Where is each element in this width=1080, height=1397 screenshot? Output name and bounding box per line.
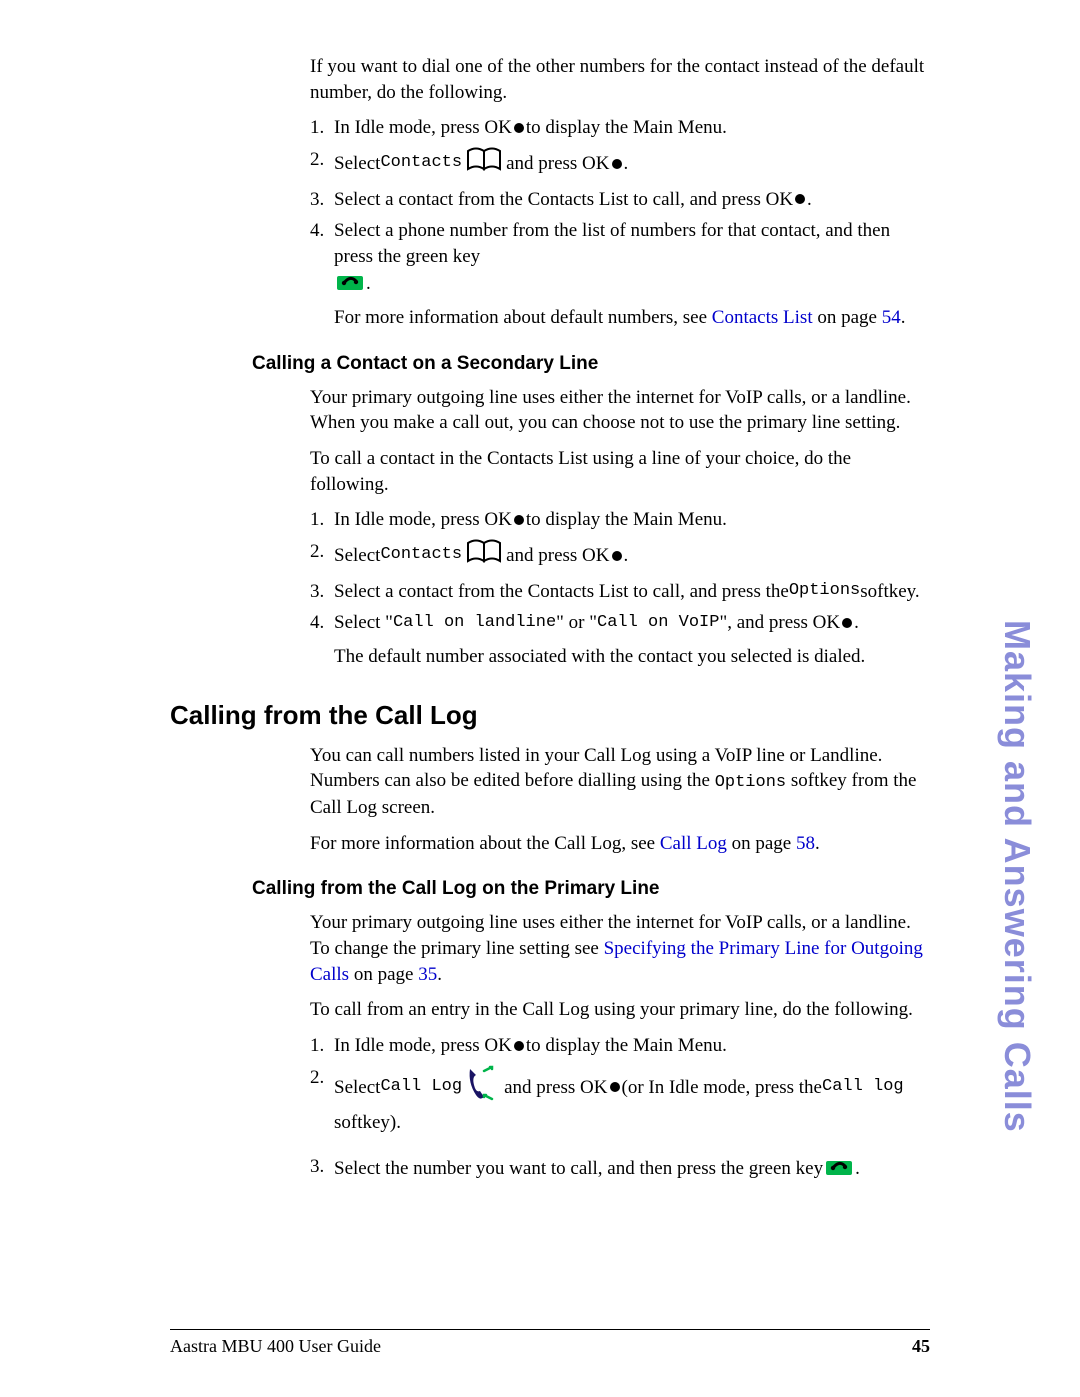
step-number: 3. <box>310 187 334 213</box>
green-key-icon <box>336 269 364 299</box>
step-number: 1. <box>310 1033 334 1059</box>
step-3c: 3. Select the number you want to call, a… <box>310 1154 930 1184</box>
ok-dot-icon <box>612 159 622 169</box>
green-key-icon <box>825 1154 853 1184</box>
step-4b: 4. Select "Call on landline" or "Call on… <box>310 610 930 669</box>
step-1b: 1. In Idle mode, press OK to display the… <box>310 507 930 533</box>
body-text-block: Your primary outgoing line uses either t… <box>310 910 930 1183</box>
step-2b: 2. Select Contacts and press OK . <box>310 539 930 573</box>
ok-dot-icon <box>514 1041 524 1051</box>
link-call-log[interactable]: Call Log <box>660 833 727 854</box>
ok-dot-icon <box>795 194 805 204</box>
paragraph: To call from an entry in the Call Log us… <box>310 997 930 1023</box>
step-text: Select "Call on landline" or "Call on Vo… <box>334 610 930 669</box>
step-1a: 1. In Idle mode, press OK to display the… <box>310 115 930 141</box>
ok-dot-icon <box>610 1082 620 1092</box>
page: Making and Answering Calls If you want t… <box>0 0 1080 1397</box>
paragraph: Your primary outgoing line uses either t… <box>310 910 930 987</box>
paragraph: For more information about the Call Log,… <box>310 831 930 857</box>
footer-title: Aastra MBU 400 User Guide <box>170 1336 381 1357</box>
step-number: 4. <box>310 218 334 244</box>
ok-dot-icon <box>612 551 622 561</box>
options-label: Options <box>789 580 860 603</box>
paragraph: To call a contact in the Contacts List u… <box>310 446 930 497</box>
ok-dot-icon <box>514 123 524 133</box>
calllog-label: Call Log <box>380 1076 462 1099</box>
step-text: Select a contact from the Contacts List … <box>334 187 930 213</box>
step-text: Select Call Log and press OK (or In Idle… <box>334 1065 930 1136</box>
step-text: Select a contact from the Contacts List … <box>334 579 930 605</box>
body-text-block: You can call numbers listed in your Call… <box>310 743 930 857</box>
step-number: 3. <box>310 1154 334 1180</box>
contacts-book-icon <box>466 147 502 181</box>
step-text: Select a phone number from the list of n… <box>334 218 930 331</box>
ok-dot-icon <box>514 515 524 525</box>
link-page-58[interactable]: 58 <box>796 833 815 854</box>
step-number: 1. <box>310 115 334 141</box>
step-4a: 4. Select a phone number from the list o… <box>310 218 930 331</box>
step-2a: 2. Select Contacts and press OK . <box>310 147 930 181</box>
link-contacts-list[interactable]: Contacts List <box>712 307 813 328</box>
link-page-35[interactable]: 35 <box>418 964 437 985</box>
step-2c: 2. Select Call Log and press OK (or In I… <box>310 1065 930 1136</box>
contacts-book-icon <box>466 539 502 573</box>
page-number: 45 <box>912 1336 930 1357</box>
heading-secondary-line: Calling a Contact on a Secondary Line <box>252 353 930 375</box>
link-page-54[interactable]: 54 <box>882 307 901 328</box>
step-number: 2. <box>310 147 334 173</box>
paragraph: Your primary outgoing line uses either t… <box>310 385 930 436</box>
step-number: 1. <box>310 507 334 533</box>
contacts-label: Contacts <box>380 152 462 175</box>
step-number: 2. <box>310 539 334 565</box>
step-1c: 1. In Idle mode, press OK to display the… <box>310 1033 930 1059</box>
body-text-block: Your primary outgoing line uses either t… <box>310 385 930 670</box>
step-text: Select Contacts and press OK . <box>334 539 930 573</box>
options-label: Options <box>715 773 786 792</box>
heading-calling-from-call-log: Calling from the Call Log <box>170 700 930 731</box>
step-text: In Idle mode, press OK to display the Ma… <box>334 115 930 141</box>
ok-dot-icon <box>842 618 852 628</box>
step-text: In Idle mode, press OK to display the Ma… <box>334 1033 930 1059</box>
step-text: In Idle mode, press OK to display the Ma… <box>334 507 930 533</box>
step-text: Select Contacts and press OK . <box>334 147 930 181</box>
step-text: Select the number you want to call, and … <box>334 1154 930 1184</box>
page-footer: Aastra MBU 400 User Guide 45 <box>170 1329 930 1357</box>
contacts-label: Contacts <box>380 544 462 567</box>
heading-calllog-primary: Calling from the Call Log on the Primary… <box>252 878 930 900</box>
step-number: 4. <box>310 610 334 636</box>
body-text-block: If you want to dial one of the other num… <box>310 54 930 331</box>
step-3a: 3. Select a contact from the Contacts Li… <box>310 187 930 213</box>
step-number: 2. <box>310 1065 334 1091</box>
step-number: 3. <box>310 579 334 605</box>
call-log-icon <box>466 1065 500 1111</box>
paragraph: You can call numbers listed in your Call… <box>310 743 930 821</box>
step-3b: 3. Select a contact from the Contacts Li… <box>310 579 930 605</box>
intro-paragraph: If you want to dial one of the other num… <box>310 54 930 105</box>
side-chapter-tab: Making and Answering Calls <box>996 620 1038 1133</box>
